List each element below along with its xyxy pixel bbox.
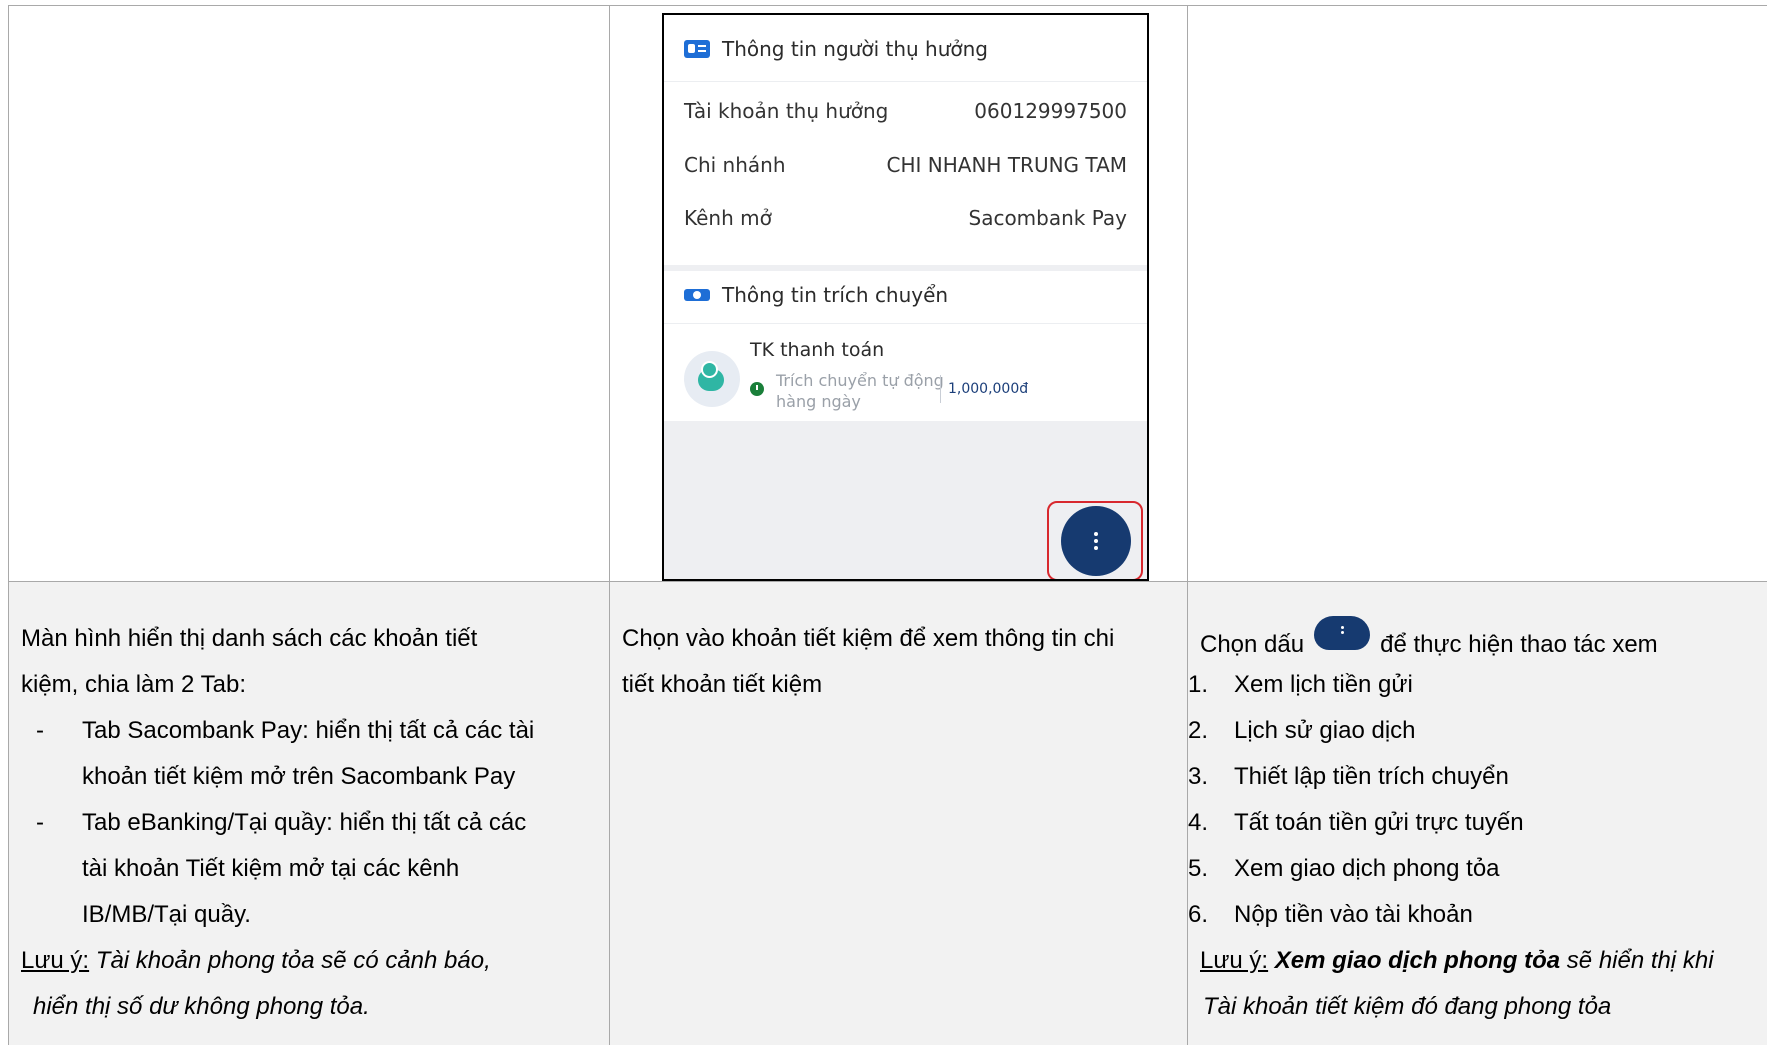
amount: 1,000,000đ: [948, 381, 1029, 397]
transfer-title-text: Thông tin trích chuyển: [722, 283, 949, 307]
item-text: Tất toán tiền gửi trực tuyến: [1234, 809, 1524, 836]
transfer-section-title: Thông tin trích chuyển: [684, 283, 948, 307]
money-icon: [684, 289, 710, 301]
row-value: CHI NHANH TRUNG TAM: [886, 153, 1127, 177]
item-number: 3.: [1188, 763, 1209, 790]
col2-line1: Chọn vào khoản tiết kiệm để xem thông ti…: [622, 625, 1115, 652]
row-value: 060129997500: [974, 99, 1127, 123]
col1-note-line2: hiển thị số dư không phong tỏa.: [33, 993, 370, 1020]
list-item: 5. Xem giao dịch phong tỏa: [1188, 846, 1500, 892]
item-text: Xem lịch tiền gửi: [1234, 671, 1413, 698]
col1-intro-2: kiệm, chia làm 2 Tab:: [21, 671, 246, 698]
list-item: 2. Lịch sử giao dịch: [1188, 708, 1416, 754]
item-text: Xem giao dịch phong tỏa: [1234, 855, 1500, 882]
bullet2-line1: Tab eBanking/Tại quầy: hiển thị tất cả c…: [82, 809, 527, 836]
transfer-account-item[interactable]: TK thanh toán Trích chuyển tự động hàng …: [664, 323, 1147, 421]
bullet-marker: -: [36, 809, 44, 836]
item-number: 6.: [1188, 901, 1209, 928]
id-card-icon: [684, 40, 710, 58]
document-table: Thông tin người thụ hưởng Tài khoản thụ …: [8, 5, 1767, 1045]
list-item: 3. Thiết lập tiền trích chuyển: [1188, 754, 1509, 800]
row-label: Kênh mở: [684, 206, 772, 230]
schedule-line-1: Trích chuyển tự động: [776, 371, 944, 390]
schedule-line-2: hàng ngày: [776, 392, 861, 411]
list-item: 4. Tất toán tiền gửi trực tuyến: [1188, 800, 1524, 846]
beneficiary-title-text: Thông tin người thụ hưởng: [722, 37, 988, 61]
phone-screenshot: Thông tin người thụ hưởng Tài khoản thụ …: [662, 13, 1149, 581]
account-name: TK thanh toán: [750, 339, 885, 361]
table-left-border: [8, 5, 9, 1045]
table-top-border: [8, 5, 1767, 6]
beneficiary-account-row: Tài khoản thụ hưởng 060129997500: [684, 99, 1127, 123]
col2-line2: tiết khoản tiết kiệm: [622, 671, 823, 698]
item-text: Nộp tiền vào tài khoản: [1234, 901, 1473, 928]
more-button-inline-icon: [1314, 616, 1371, 650]
list-item: 6. Nộp tiền vào tài khoản: [1188, 892, 1473, 938]
more-options-button[interactable]: [1061, 506, 1131, 576]
channel-row: Kênh mở Sacombank Pay: [684, 206, 1127, 230]
row-divider: [8, 581, 1767, 582]
col3-note-line2: Tài khoản tiết kiệm đó đang phong tỏa: [1203, 993, 1612, 1020]
col1-note-line1: Lưu ý: Tài khoản phong tỏa sẽ có cảnh bá…: [21, 938, 491, 984]
bullet1-line1: Tab Sacombank Pay: hiển thị tất cả các t…: [82, 717, 535, 744]
col3-note-line1: Lưu ý: Xem giao dịch phong tỏa sẽ hiển t…: [1200, 938, 1714, 984]
intro-post: để thực hiện thao tác xem: [1380, 631, 1658, 658]
separator: [940, 375, 941, 403]
bullet2-line2: tài khoản Tiết kiệm mở tại các kênh: [82, 855, 460, 882]
clock-icon: [750, 382, 764, 396]
more-vertical-icon: [1094, 532, 1098, 550]
item-number: 2.: [1188, 717, 1209, 744]
item-number: 1.: [1188, 671, 1209, 698]
branch-row: Chi nhánh CHI NHANH TRUNG TAM: [684, 153, 1127, 177]
note-text: Tài khoản phong tỏa sẽ có cảnh báo,: [95, 947, 491, 974]
item-number: 4.: [1188, 809, 1209, 836]
column-divider-1: [609, 5, 610, 1045]
note-label: Lưu ý:: [21, 947, 90, 974]
note-label: Lưu ý:: [1200, 947, 1269, 974]
transfer-card: Thông tin trích chuyển TK thanh toán Trí…: [664, 271, 1147, 421]
note-bold: Xem giao dịch phong tỏa: [1274, 947, 1561, 974]
row-label: Tài khoản thụ hưởng: [684, 99, 889, 123]
item-text: Lịch sử giao dịch: [1234, 717, 1416, 744]
bullet-marker: -: [36, 717, 44, 744]
bullet1-line2: khoản tiết kiệm mở trên Sacombank Pay: [82, 763, 516, 790]
divider: [664, 81, 1147, 82]
col1-intro-1: Màn hình hiển thị danh sách các khoản ti…: [21, 625, 478, 652]
row-value: Sacombank Pay: [968, 206, 1128, 230]
bullet2-line3: IB/MB/Tại quầy.: [82, 901, 251, 928]
item-number: 5.: [1188, 855, 1209, 882]
row-label: Chi nhánh: [684, 153, 786, 177]
piggy-bank-icon: [684, 351, 740, 407]
beneficiary-card: Thông tin người thụ hưởng Tài khoản thụ …: [664, 15, 1147, 265]
note-rest: sẽ hiển thị khi: [1566, 947, 1714, 974]
beneficiary-section-title: Thông tin người thụ hưởng: [684, 37, 988, 61]
item-text: Thiết lập tiền trích chuyển: [1234, 763, 1509, 790]
list-item: 1. Xem lịch tiền gửi: [1188, 662, 1413, 708]
